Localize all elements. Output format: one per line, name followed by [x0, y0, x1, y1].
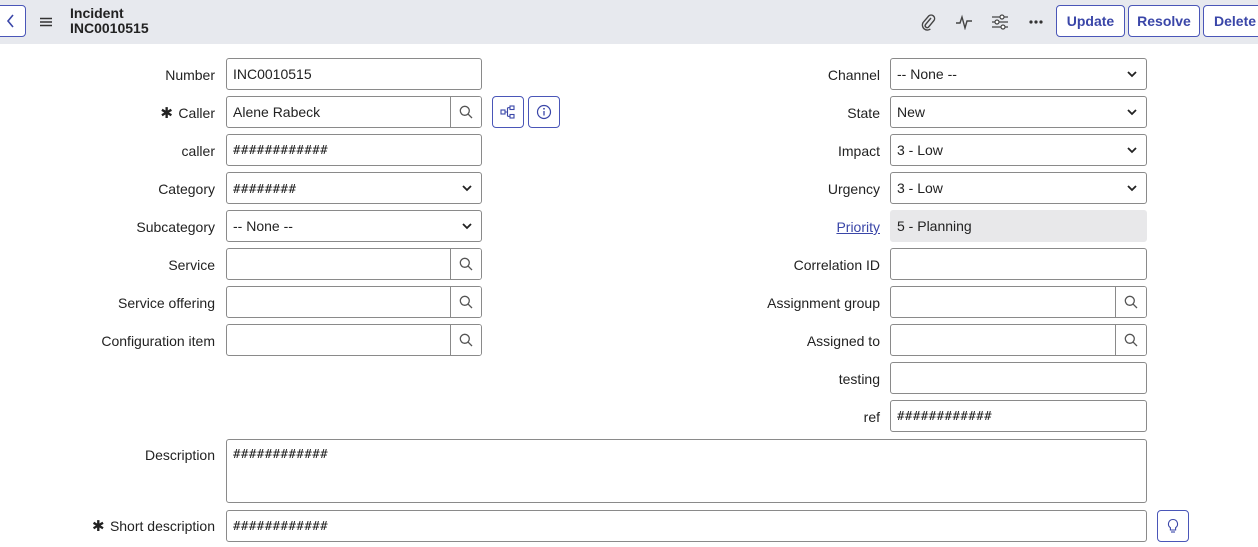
delete-button[interactable]: Delete	[1203, 5, 1258, 37]
back-button[interactable]	[0, 5, 26, 37]
search-icon	[459, 105, 473, 119]
priority-link[interactable]: Priority	[836, 219, 880, 235]
search-icon	[459, 295, 473, 309]
priority-field: 5 - Planning	[890, 210, 1147, 242]
caller-hierarchy-button[interactable]	[492, 96, 524, 128]
hamburger-icon	[40, 17, 52, 27]
paperclip-icon	[921, 14, 936, 31]
pulse-icon	[956, 14, 972, 30]
caller-label-text: Caller	[178, 105, 215, 121]
urgency-select[interactable]: 3 - Low	[890, 172, 1147, 204]
sliders-icon	[992, 14, 1008, 30]
chevron-down-icon	[1127, 71, 1137, 78]
chevron-down-icon	[1127, 109, 1137, 116]
number-field[interactable]: INC0010515	[226, 58, 482, 90]
category-label: Category	[158, 181, 215, 197]
chevron-down-icon	[1127, 147, 1137, 154]
record-title: Incident INC0010515	[70, 6, 149, 36]
urgency-label: Urgency	[827, 181, 880, 197]
number-label: Number	[165, 67, 215, 83]
service-label: Service	[168, 257, 215, 273]
attachment-button[interactable]	[917, 11, 939, 33]
search-icon	[1124, 333, 1138, 347]
impact-value: 3 - Low	[897, 142, 943, 158]
lightbulb-icon	[1167, 518, 1179, 533]
state-value: New	[897, 104, 926, 120]
personalize-form-button[interactable]	[989, 11, 1011, 33]
correlation-id-field[interactable]	[890, 248, 1147, 280]
subcategory-value: -- None --	[233, 218, 293, 234]
search-icon	[1124, 295, 1138, 309]
short-description-field[interactable]: ############	[226, 510, 1147, 542]
table-name: Incident	[70, 5, 124, 21]
ref-field[interactable]: ############	[890, 400, 1147, 432]
record-number: INC0010515	[70, 20, 149, 36]
suggestion-button[interactable]	[1157, 510, 1189, 542]
short-description-label: ✱ Short description	[92, 518, 215, 535]
activity-button[interactable]	[953, 11, 975, 33]
more-options-button[interactable]	[1025, 11, 1047, 33]
assigned-to-label: Assigned to	[806, 333, 880, 349]
category-value: ########	[233, 181, 297, 196]
category-select[interactable]: ########	[226, 172, 482, 204]
chevron-down-icon	[1127, 185, 1137, 192]
service-offering-field[interactable]	[226, 286, 482, 318]
ellipsis-icon	[1029, 20, 1043, 24]
description-textarea[interactable]: ############	[226, 439, 1147, 503]
testing-field[interactable]	[890, 362, 1147, 394]
state-label: State	[847, 105, 880, 121]
chevron-down-icon	[462, 185, 472, 192]
ref-label: ref	[863, 409, 880, 425]
caller2-field[interactable]: ############	[226, 134, 482, 166]
caller-field[interactable]: Alene Rabeck	[226, 96, 482, 128]
impact-label: Impact	[837, 143, 880, 159]
service-lookup-button[interactable]	[450, 249, 481, 279]
caller-label: ✱ Caller	[160, 105, 215, 122]
assignment-group-lookup-button[interactable]	[1115, 287, 1146, 317]
assignment-group-label: Assignment group	[767, 295, 880, 311]
search-icon	[459, 257, 473, 271]
urgency-value: 3 - Low	[897, 180, 943, 196]
state-select[interactable]: New	[890, 96, 1147, 128]
required-mark-icon: ✱	[91, 518, 105, 535]
update-button[interactable]: Update	[1056, 5, 1125, 37]
short-description-label-text: Short description	[109, 518, 215, 534]
context-menu-button[interactable]	[36, 12, 56, 32]
caller2-label: caller	[181, 143, 215, 159]
search-icon	[459, 333, 473, 347]
subcategory-select[interactable]: -- None --	[226, 210, 482, 242]
configuration-item-field[interactable]	[226, 324, 482, 356]
chevron-down-icon	[462, 223, 472, 230]
caller-lookup-button[interactable]	[450, 97, 481, 127]
required-mark-icon: ✱	[160, 105, 173, 122]
assigned-to-field[interactable]	[890, 324, 1147, 356]
configuration-item-lookup-button[interactable]	[450, 325, 481, 355]
service-offering-label: Service offering	[117, 295, 215, 311]
channel-label: Channel	[827, 67, 880, 83]
caller-value: Alene Rabeck	[233, 104, 321, 120]
hierarchy-icon	[500, 105, 515, 119]
correlation-id-label: Correlation ID	[793, 257, 880, 273]
channel-select[interactable]: -- None --	[890, 58, 1147, 90]
assignment-group-field[interactable]	[890, 286, 1147, 318]
configuration-item-label: Configuration item	[101, 333, 215, 349]
assigned-to-lookup-button[interactable]	[1115, 325, 1146, 355]
description-label: Description	[144, 447, 215, 463]
service-offering-lookup-button[interactable]	[450, 287, 481, 317]
testing-label: testing	[838, 371, 880, 387]
resolve-button[interactable]: Resolve	[1128, 5, 1200, 37]
subcategory-label: Subcategory	[136, 219, 215, 235]
caller-info-button[interactable]	[528, 96, 560, 128]
chevron-left-icon	[6, 14, 14, 28]
impact-select[interactable]: 3 - Low	[890, 134, 1147, 166]
form-header: Incident INC0010515 Update Resolve Delet…	[0, 0, 1258, 44]
channel-value: -- None --	[897, 66, 957, 82]
info-icon	[536, 104, 552, 120]
service-field[interactable]	[226, 248, 482, 280]
